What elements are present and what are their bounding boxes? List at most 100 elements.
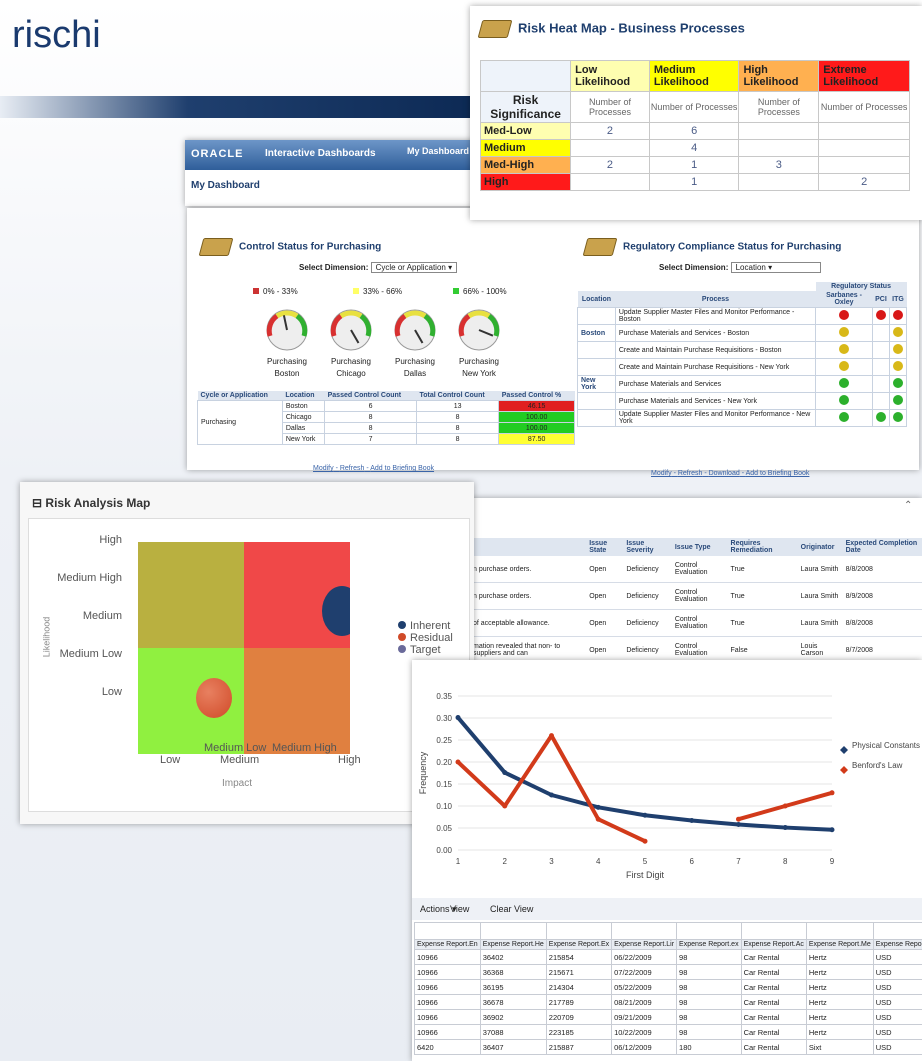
filter-input[interactable] (414, 922, 481, 940)
gauge-label: Purchasing Boston (257, 356, 317, 380)
filter-input[interactable] (740, 922, 807, 940)
heat-row: Med-Low 2 6 (479, 122, 910, 140)
column-header[interactable]: Expense Report.Ex (545, 939, 613, 950)
my-dashboard-link[interactable]: My Dashboard (407, 146, 469, 156)
heat-row-label: High (479, 173, 572, 191)
status-cell (871, 341, 890, 359)
status-dot-icon (892, 344, 903, 354)
table-cell: 36902 (479, 1009, 547, 1025)
filter-input[interactable] (676, 922, 742, 940)
pct-cell: 87.50 (498, 433, 575, 445)
control-footer-links[interactable]: Modify - Refresh - Add to Briefing Book (313, 465, 434, 472)
issues-cell: Control Evaluation (671, 556, 728, 583)
status-cell (871, 324, 890, 342)
heat-cell: 1 (648, 173, 740, 191)
table-row: 10966 36195 214304 05/22/2009 98 Car Rental He… (414, 979, 922, 995)
column-header[interactable]: Expense Report.ex (676, 939, 742, 950)
control-table-header: Cycle or Application (197, 391, 283, 401)
legend-item: 0% - 33% (253, 287, 298, 296)
regulatory-table-header: PCI (872, 291, 890, 308)
legend-swatch (353, 288, 359, 294)
gauge-label-line1: Purchasing (394, 357, 436, 366)
control-table-header: Location (282, 391, 325, 401)
column-header[interactable]: Expense Report.Ac (740, 939, 807, 950)
gauge-icon (330, 309, 372, 351)
control-status-title-text: Control Status for Purchasing (239, 241, 382, 253)
table-cell: 98 (676, 994, 742, 1010)
table-cell: 214304 (545, 979, 613, 995)
y-tick-label: 0.10 (436, 802, 452, 811)
footer-link[interactable]: Refresh (678, 470, 703, 477)
table-row: Purchasing Boston 6 13 46.15 (197, 400, 575, 445)
oracle-app-name: Interactive Dashboards (265, 148, 376, 159)
table-cell: 215854 (545, 949, 613, 965)
gauge-label-line2: Dallas (403, 369, 427, 378)
table-cell: 06/12/2009 (611, 1039, 678, 1055)
column-header[interactable]: Expense Report.He (479, 939, 547, 950)
collapse-icon[interactable]: ⌃ (904, 500, 912, 511)
column-header[interactable]: Expense Report.Me (805, 939, 874, 950)
table-cell: USD (872, 1024, 922, 1040)
y-tick-label: Low (101, 686, 122, 698)
heat-corner-label: Risk Significance (479, 91, 572, 123)
x-tick-label: Low (160, 754, 181, 766)
control-dimension-dropdown[interactable]: Cycle or Application ▾ (370, 262, 458, 273)
heat-map-table: Low Likelihood Medium Likelihood High Like… (479, 60, 910, 191)
passed-cell: 7 (324, 433, 417, 445)
column-header[interactable]: Expense Report.En (414, 939, 481, 950)
regulatory-group-header: Regulatory Status (815, 282, 907, 291)
gauge-label-line2: New York (462, 369, 496, 378)
footer-link[interactable]: Add to Briefing Book (746, 470, 810, 477)
heat-row: Medium 4 (479, 139, 910, 157)
table-cell: 37088 (479, 1024, 547, 1040)
status-dot-icon (875, 412, 886, 422)
status-cell (815, 409, 873, 427)
issues-table-header: Issue Type (671, 538, 728, 556)
location-cell (577, 341, 616, 359)
footer-link[interactable]: Modify (651, 470, 672, 477)
y-tick-label: 0.05 (436, 824, 452, 833)
gauge-label: Purchasing Dallas (385, 356, 445, 380)
column-header[interactable]: Expense Report.Cu (872, 939, 922, 950)
filter-input[interactable] (872, 922, 922, 940)
status-dot-icon (839, 361, 850, 371)
regulatory-dimension-dropdown[interactable]: Location ▾ (730, 262, 821, 273)
footer-link[interactable]: Add to Briefing Book (370, 465, 434, 472)
table-cell: Car Rental (740, 964, 807, 980)
table-cell: Car Rental (740, 1024, 807, 1040)
x-tick-label: 8 (783, 857, 788, 866)
toolbar-button[interactable]: Clear View (490, 904, 533, 914)
footer-link[interactable]: Modify (313, 465, 334, 472)
column-header[interactable]: Expense Report.Lir (611, 939, 678, 950)
heat-map-title-text: Risk Heat Map - Business Processes (518, 20, 745, 36)
collapse-box-icon[interactable]: ⊟ (32, 496, 42, 510)
folder-icon (198, 238, 234, 256)
x-axis-title: Impact (222, 778, 253, 789)
heat-row-label: Medium (479, 139, 572, 157)
filter-input[interactable] (479, 922, 547, 940)
heat-col-header: Extreme Likelihood (818, 60, 910, 92)
regulatory-footer-links[interactable]: Modify - Refresh - Download - Add to Bri… (651, 470, 809, 477)
y-axis-title: Frequency (418, 751, 428, 794)
legend-dot-icon (398, 633, 406, 641)
passed-cell: 6 (324, 400, 417, 412)
control-table-header: Passed Control Count (324, 391, 417, 401)
filter-input[interactable] (545, 922, 613, 940)
heat-cell (570, 173, 650, 191)
table-row: 10966 36902 220709 09/21/2009 98 Car Rental He… (414, 1009, 922, 1025)
table-cell: 10966 (414, 1024, 481, 1040)
toolbar-button[interactable]: View (450, 904, 469, 914)
y-tick-label: Medium Low (59, 648, 122, 660)
filter-input[interactable] (805, 922, 874, 940)
status-cell (815, 307, 873, 325)
footer-link[interactable]: Refresh (340, 465, 365, 472)
table-cell: Car Rental (740, 1009, 807, 1025)
heat-row-label: Med-High (479, 156, 572, 174)
filter-input[interactable] (611, 922, 678, 940)
status-cell (815, 392, 873, 410)
table-row: Create and Maintain Purchase Requisition… (577, 358, 908, 376)
footer-link[interactable]: Download (709, 470, 740, 477)
heat-cell: 1 (648, 156, 740, 174)
table-cell: 217789 (545, 994, 613, 1010)
pct-cell: 100.00 (498, 411, 575, 423)
